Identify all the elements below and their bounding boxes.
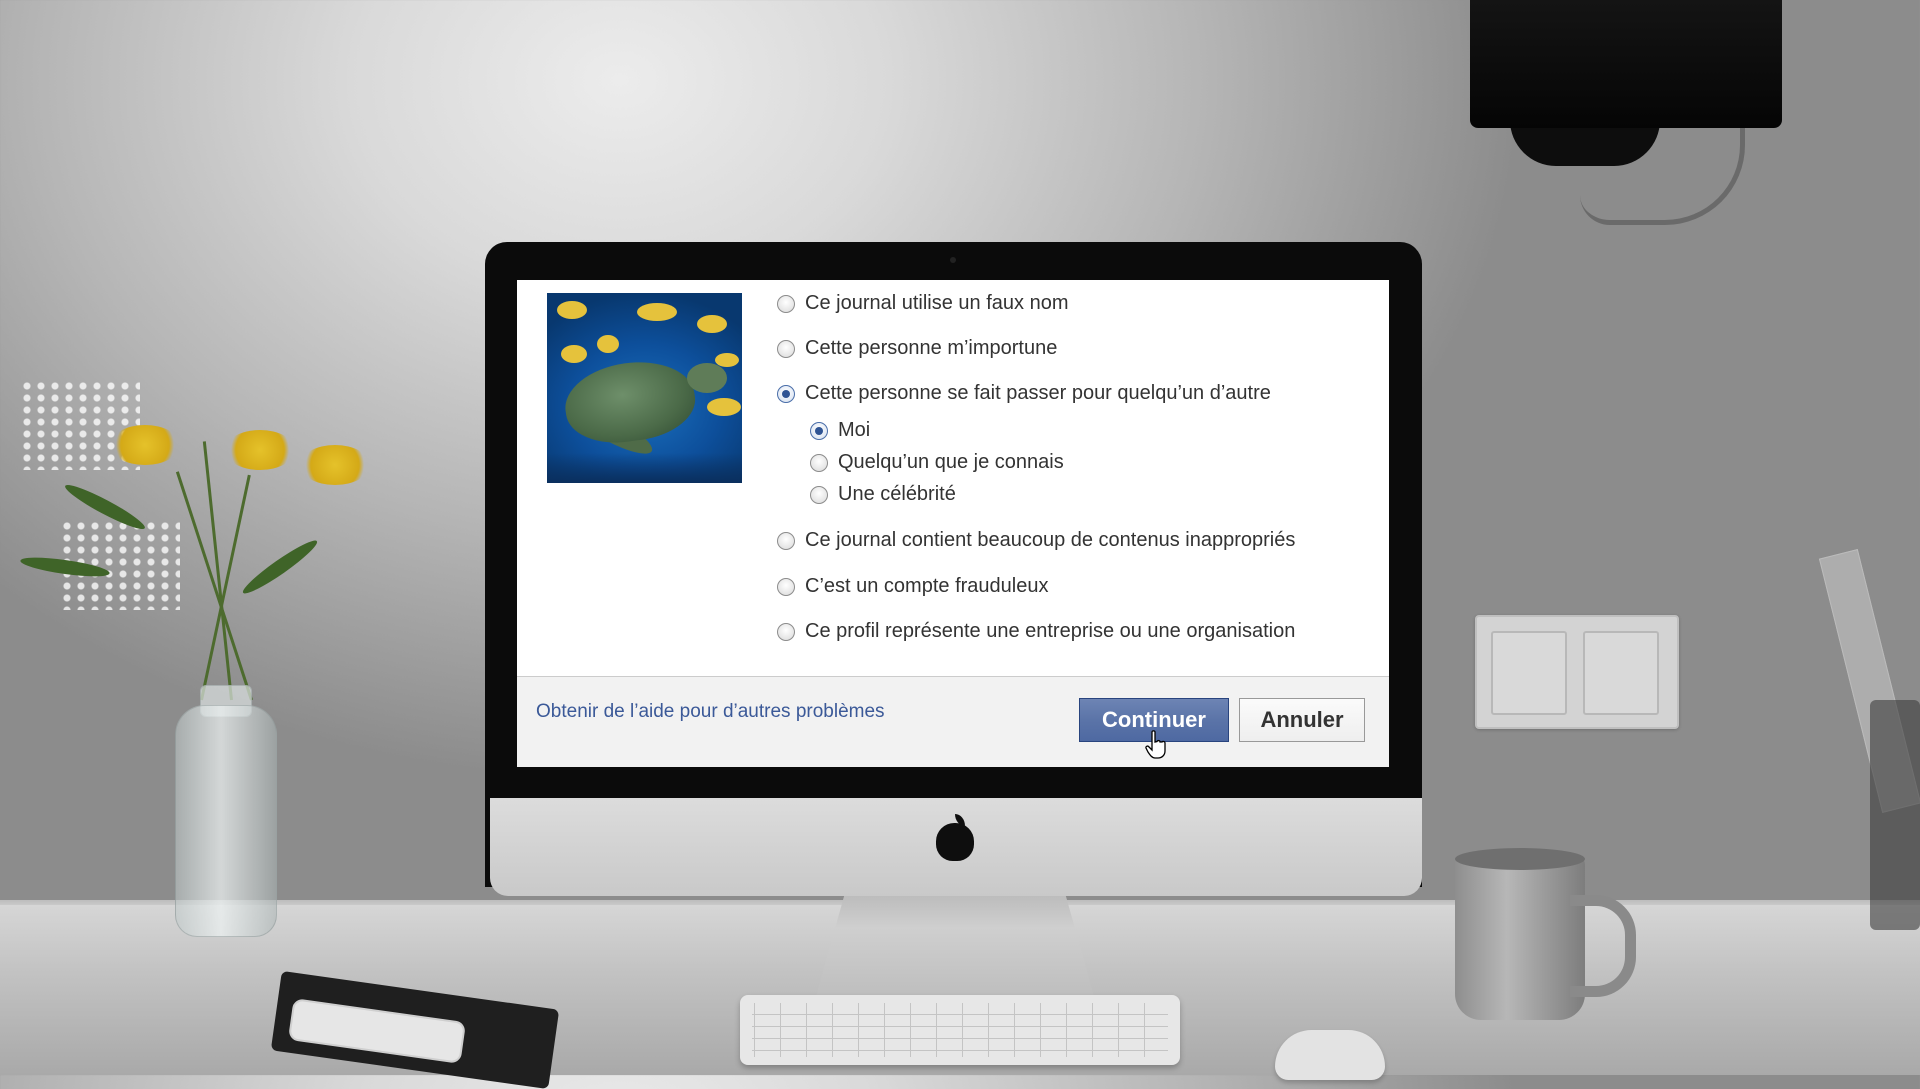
radio-button-selected[interactable] [810,421,828,440]
dialog-body: Ce journal utilise un faux nom Cette per… [517,280,1389,676]
fish-shape [697,315,727,333]
switch-key-right [1583,631,1659,715]
report-option-harassment[interactable]: Cette personne m’importune [777,337,1057,360]
turtle-shell [560,354,700,450]
radio-button[interactable] [777,294,795,313]
glass-vase [175,705,277,937]
radio-button[interactable] [777,577,795,596]
reef [547,453,742,483]
profile-picture [547,293,742,483]
option-label: Quelqu’un que je connais [838,451,1064,473]
option-label: C’est un compte frauduleux [805,575,1049,597]
mug-rim [1455,848,1585,870]
yellow-flower [225,430,295,470]
report-option-fake-name[interactable]: Ce journal utilise un faux nom [777,292,1068,315]
desk-scene: Ce journal utilise un faux nom Cette per… [0,0,1920,1089]
option-label: Cette personne se fait passer pour quelq… [805,382,1271,404]
fish-shape [557,301,587,319]
light-switch [1475,615,1679,729]
keyboard-keys [752,1003,1168,1057]
mug-handle [1570,895,1636,997]
fish-shape [597,335,619,353]
turtle-head [687,363,727,393]
option-label: Moi [838,419,871,441]
radio-button-selected[interactable] [777,384,795,403]
yellow-flower [300,445,370,485]
fish-shape [637,303,677,321]
cancel-button[interactable]: Annuler [1239,698,1365,742]
option-label: Ce profil représente une entreprise ou u… [805,620,1296,642]
report-option-impersonation[interactable]: Cette personne se fait passer pour quelq… [777,382,1271,405]
radio-button[interactable] [777,531,795,550]
keyboard [740,995,1180,1065]
sub-option-me[interactable]: Moi [810,419,870,442]
fish-shape [561,345,587,363]
option-label: Une célébrité [838,483,956,505]
mug [1455,855,1585,1020]
option-label: Ce journal contient beaucoup de contenus… [805,529,1296,551]
imac-stand [815,880,1095,1000]
leaf [239,535,321,599]
yellow-flower [110,425,180,465]
help-link[interactable]: Obtenir de l’aide pour d’autres problème… [536,701,885,723]
hand-cursor-icon [1145,730,1166,759]
radio-button[interactable] [777,339,795,358]
pen-holder [1870,700,1920,930]
sub-option-celebrity[interactable]: Une célébrité [810,483,956,506]
flower-stem [200,474,251,701]
camera-icon [950,257,956,263]
report-dialog: Ce journal utilise un faux nom Cette per… [517,280,1389,767]
radio-button[interactable] [810,485,828,504]
fish-shape [707,398,741,416]
report-option-fraudulent-account[interactable]: C’est un compte frauduleux [777,575,1048,598]
option-label: Cette personne m’importune [805,337,1058,359]
report-option-inappropriate-content[interactable]: Ce journal contient beaucoup de contenus… [777,529,1295,552]
switch-key-left [1491,631,1567,715]
radio-button[interactable] [777,622,795,641]
mouse [1275,1030,1385,1080]
radio-button[interactable] [810,453,828,472]
option-label: Ce journal utilise un faux nom [805,292,1069,314]
apple-logo-icon [936,823,974,861]
report-option-business-profile[interactable]: Ce profil représente une entreprise ou u… [777,620,1295,643]
sub-option-someone-i-know[interactable]: Quelqu’un que je connais [810,451,1064,474]
dialog-footer: Obtenir de l’aide pour d’autres problème… [517,676,1389,767]
wall-lamp [1470,0,1782,128]
